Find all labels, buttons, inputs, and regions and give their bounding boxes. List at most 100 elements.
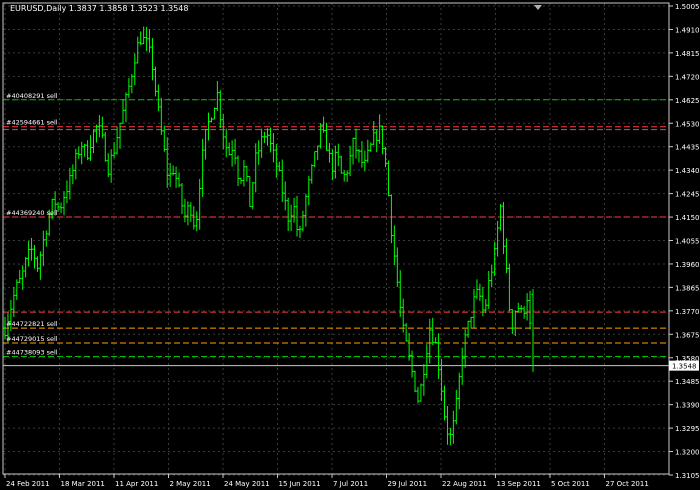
ohlc-bar [83, 143, 87, 157]
ohlc-bar [360, 141, 364, 168]
chart-window: 1.5005 1.4910 1.4815 1.4720 1.4625 1.4530 1.44… [0, 0, 700, 490]
ohlc-bar [245, 165, 249, 182]
ohlc-bar [100, 116, 104, 139]
ohlc-bar [32, 245, 36, 269]
ohlc-bar [112, 142, 116, 159]
ohlc-bar [392, 225, 396, 266]
ohlc-bar [313, 151, 317, 168]
ohlc-bar [431, 317, 435, 346]
x-tick-label: 22 Aug 2011 [442, 480, 487, 488]
ohlc-bar [251, 181, 255, 210]
ohlc-bar [195, 211, 199, 232]
ohlc-bar [148, 29, 152, 53]
x-tick-label: 13 Sep 2011 [497, 480, 541, 488]
ohlc-bar [153, 66, 157, 97]
ohlc-bar [121, 98, 125, 124]
y-tick-label: 1.4435 [675, 144, 700, 152]
ohlc-bar [18, 269, 22, 283]
ohlc-bar [94, 124, 98, 143]
ohlc-bar [242, 159, 246, 187]
y-tick-label: 1.4720 [675, 73, 700, 81]
ohlc-bar [463, 329, 467, 368]
ohlc-bar [106, 153, 110, 178]
ohlc-bar [27, 240, 31, 267]
y-tick-label: 1.4910 [675, 26, 700, 34]
ohlc-bar [15, 279, 19, 301]
ohlc-bar [71, 164, 75, 185]
ohlc-bar [519, 305, 523, 313]
x-tick-label: 27 Oct 2011 [606, 480, 649, 488]
order-level-label: #40408291 sell [6, 92, 58, 100]
axes: 1.5005 1.4910 1.4815 1.4720 1.4625 1.4530 1.44… [2, 2, 700, 488]
ohlc-bar [351, 137, 355, 165]
shift-marker-icon[interactable] [534, 5, 542, 10]
y-tick-label: 1.4245 [675, 191, 700, 199]
ohlc-bar [454, 389, 458, 425]
ohlc-bar [266, 128, 270, 146]
ohlc-bar [186, 201, 190, 226]
ohlc-bar [124, 92, 128, 123]
ohlc-bar [404, 323, 408, 342]
ohlc-bar [363, 150, 367, 172]
order-level-label: #42594661 sell [6, 119, 58, 127]
y-tick-label: 1.4055 [675, 238, 700, 246]
x-tick-label: 29 Jul 2011 [388, 480, 428, 488]
ohlc-bar [74, 148, 78, 180]
x-tick-label: 24 May 2011 [224, 480, 270, 488]
ohlc-bar [260, 128, 264, 158]
ohlc-bar [451, 410, 455, 444]
ohlc-bar [168, 163, 172, 187]
ohlc-bar [207, 112, 211, 141]
ohlc-bar [268, 127, 272, 153]
ohlc-bar [145, 26, 149, 52]
plot-border [2, 2, 670, 475]
ohlc-bar [528, 290, 532, 330]
ohlc-bar [21, 265, 25, 290]
ohlc-bar [38, 251, 42, 280]
ohlc-bar [224, 128, 228, 158]
ohlc-bar [372, 121, 376, 145]
price-chart[interactable]: 1.5005 1.4910 1.4815 1.4720 1.4625 1.4530 1.44… [0, 0, 700, 490]
ohlc-bar [330, 149, 334, 181]
y-tick-label: 1.3865 [675, 284, 700, 292]
ohlc-bar [434, 337, 438, 344]
ohlc-bar [239, 177, 243, 184]
ohlc-bar [366, 139, 370, 163]
ohlc-bar [286, 197, 290, 231]
y-tick-label: 1.5005 [675, 3, 700, 11]
x-tick-label: 2 May 2011 [170, 480, 211, 488]
ohlc-bar [395, 247, 399, 287]
ohlc-bar [221, 114, 225, 150]
ohlc-bar [301, 210, 305, 232]
ohlc-bar [230, 140, 234, 167]
grid [3, 3, 669, 476]
ohlc-bar [254, 143, 258, 193]
ohlc-bar [280, 159, 284, 202]
ohlc-bar [410, 350, 414, 378]
y-tick-label: 1.3770 [675, 308, 700, 316]
ohlc-bar [389, 194, 393, 244]
y-tick-label: 1.3105 [675, 472, 700, 480]
ohlc-bar [180, 183, 184, 215]
y-tick-label: 1.3960 [675, 261, 700, 269]
ohlc-bar [133, 53, 137, 86]
current-price-label: 1.3548 [672, 363, 697, 371]
ohlc-bar [177, 172, 181, 188]
ohlc-bar [401, 298, 405, 333]
ohlc-bar [496, 220, 500, 257]
x-tick-label: 11 Apr 2011 [115, 480, 158, 488]
ohlc-bar [130, 73, 134, 94]
ohlc-bar [183, 198, 187, 223]
ohlc-bar [531, 289, 535, 372]
price-bars [3, 26, 535, 446]
ohlc-bar [248, 176, 252, 208]
ohlc-bar [510, 309, 514, 335]
ohlc-bar [283, 181, 287, 211]
ohlc-bar [490, 264, 494, 288]
x-tick-label: 18 Mar 2011 [61, 480, 105, 488]
ohlc-bar [204, 128, 208, 160]
ohlc-bar [189, 202, 193, 222]
ohlc-bar [327, 143, 331, 163]
ohlc-bar [354, 128, 358, 159]
ohlc-bar [62, 191, 66, 216]
